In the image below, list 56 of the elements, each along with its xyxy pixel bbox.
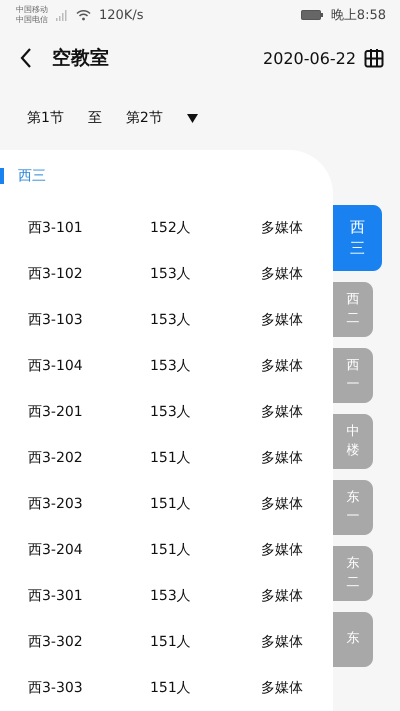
room-type: 多媒体 <box>261 494 304 513</box>
carrier-name: 中国电信 <box>16 15 48 25</box>
room-capacity: 153人 <box>150 586 192 605</box>
room-type: 多媒体 <box>261 632 304 651</box>
section-heading: 西三 <box>18 168 46 184</box>
date-label[interactable]: 2020-06-22 <box>263 48 356 68</box>
room-name: 西3-203 <box>28 494 84 513</box>
room-type: 多媒体 <box>261 586 304 605</box>
room-capacity: 152人 <box>150 218 192 237</box>
room-capacity: 151人 <box>150 494 192 513</box>
room-capacity: 153人 <box>150 402 192 421</box>
end-period[interactable]: 第2节 <box>126 109 163 127</box>
building-tab[interactable]: 西二 <box>333 282 373 337</box>
dropdown-triangle-icon[interactable] <box>186 114 198 122</box>
room-type: 多媒体 <box>261 679 304 697</box>
building-tab[interactable]: 西三 <box>333 205 382 271</box>
start-period[interactable]: 第1节 <box>27 109 64 127</box>
back-icon[interactable] <box>20 48 32 68</box>
room-name: 西3-102 <box>28 264 84 283</box>
room-type: 多媒体 <box>261 448 304 467</box>
building-tab[interactable]: 东 <box>333 612 373 667</box>
room-capacity: 151人 <box>150 448 192 467</box>
room-name: 西3-302 <box>28 632 84 651</box>
room-capacity: 153人 <box>150 310 192 329</box>
room-name: 西3-201 <box>28 402 84 421</box>
clock: 晚上8:58 <box>330 7 386 24</box>
building-tab[interactable]: 东二 <box>333 546 373 601</box>
battery-icon <box>300 10 323 20</box>
room-capacity: 153人 <box>150 356 192 375</box>
page-title: 空教室 <box>52 46 109 71</box>
room-type: 多媒体 <box>261 402 304 421</box>
wifi-icon <box>76 9 91 21</box>
room-type: 多媒体 <box>261 540 304 559</box>
room-name: 西3-103 <box>28 310 84 329</box>
building-tab[interactable]: 东一 <box>333 480 373 535</box>
room-capacity: 151人 <box>150 540 192 559</box>
building-tab[interactable]: 西一 <box>333 348 373 403</box>
room-type: 多媒体 <box>261 356 304 375</box>
signal-icon <box>56 10 68 20</box>
room-capacity: 151人 <box>150 632 192 651</box>
room-name: 西3-204 <box>28 540 84 559</box>
room-name: 西3-303 <box>28 679 84 697</box>
network-speed: 120K/s <box>99 8 144 22</box>
room-type: 多媒体 <box>261 264 304 283</box>
room-name: 西3-101 <box>28 218 84 237</box>
carrier-name: 中国移动 <box>16 5 48 15</box>
room-name: 西3-202 <box>28 448 84 467</box>
room-name: 西3-301 <box>28 586 84 605</box>
room-name: 西3-104 <box>28 356 84 375</box>
room-capacity: 153人 <box>150 264 192 283</box>
room-capacity: 151人 <box>150 679 192 697</box>
calendar-icon[interactable] <box>364 48 384 68</box>
period-separator: 至 <box>88 109 102 127</box>
room-type: 多媒体 <box>261 310 304 329</box>
building-tab[interactable]: 中楼 <box>333 414 373 469</box>
room-type: 多媒体 <box>261 218 304 237</box>
